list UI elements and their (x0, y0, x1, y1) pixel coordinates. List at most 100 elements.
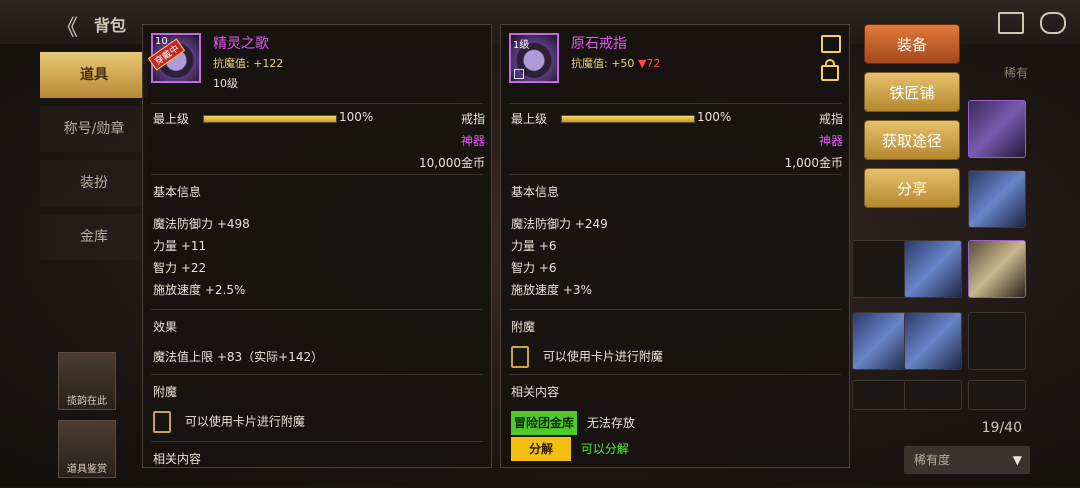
section-related-title: 相关内容 (511, 385, 560, 399)
equip-button[interactable]: 装备 (864, 24, 960, 64)
ring-icon: 1级 (509, 33, 559, 83)
section-enchant-title: 附魔 (153, 385, 178, 399)
attr-line: 魔法防御力 +498 (153, 217, 250, 231)
nav-item-avatar[interactable]: 装扮 (40, 160, 148, 206)
nav-item-titles[interactable]: 称号/勋章 (40, 106, 148, 152)
inventory-tab[interactable]: 稀有 (1004, 64, 1028, 81)
resist-value: +50 (611, 57, 635, 70)
resist-stat: 抗魔值: +122 (213, 55, 283, 71)
ring-icon: 10 穿戴中 (147, 33, 201, 83)
share-button[interactable]: 分享 (864, 168, 960, 208)
lock-icon[interactable] (821, 59, 839, 81)
section-basic-title: 基本信息 (153, 185, 202, 199)
enchant-text: 可以使用卡片进行附魔 (542, 349, 663, 364)
rarity-dropdown-label: 稀有度 (914, 453, 951, 467)
section-enchant-title: 附魔 (511, 320, 536, 334)
card-slot-icon[interactable] (511, 346, 529, 368)
attr-line: 魔法防御力 +249 (511, 217, 608, 231)
left-nav: 道具 称号/勋章 装扮 金库 (40, 52, 148, 268)
nav-item-vault[interactable]: 金库 (40, 214, 148, 260)
shortcut-label: 揽韵在此 (67, 396, 107, 407)
section-effect-title: 效果 (153, 320, 178, 334)
back-arrow-icon[interactable]: 《 (56, 10, 78, 42)
level-tag: 1级 (513, 40, 530, 51)
related-text: 无法存放 (586, 416, 635, 430)
inventory-slot[interactable] (968, 240, 1026, 298)
card-slot-icon[interactable] (153, 411, 171, 433)
item-type: 戒指 (460, 112, 485, 126)
grade-block: 最上级 100% 戒指 神器 1,000金币 (501, 104, 849, 174)
inventory-count: 19/40 (981, 420, 1022, 436)
chat-icon[interactable] (1040, 12, 1066, 34)
inventory-slot[interactable] (968, 100, 1026, 158)
related-text: 可以分解 (580, 442, 629, 456)
source-button[interactable]: 获取途径 (864, 120, 960, 160)
grade-bar (203, 115, 337, 123)
item-type: 戒指 (818, 112, 843, 126)
smith-button[interactable]: 铁匠铺 (864, 72, 960, 112)
inventory-slot[interactable] (904, 240, 962, 298)
grade-label: 最上级 (153, 112, 190, 126)
related-row: 冒险团金库 无法存放 (501, 411, 849, 435)
resist-value: +122 (253, 57, 284, 70)
item-price: 1,000金币 (784, 156, 843, 170)
lock-icon (514, 69, 524, 79)
inventory-slot[interactable] (852, 240, 910, 298)
inventory-slot[interactable] (852, 312, 910, 370)
attr-line: 施放速度 +2.5% (153, 283, 246, 297)
tooltip-equipped: 10 穿戴中 精灵之歌 抗魔值: +122 10级 最上级 100% 戒指 神器… (142, 24, 492, 468)
item-name: 精灵之歌 (213, 36, 269, 52)
item-rarity: 神器 (818, 134, 843, 148)
tooltip-header: 10 穿戴中 精灵之歌 抗魔值: +122 10级 (143, 25, 491, 103)
item-price: 10,000金币 (419, 156, 485, 170)
left-shortcuts: 揽韵在此 道具鉴赏 (58, 352, 116, 488)
inventory-slot[interactable] (904, 312, 962, 370)
resist-stat: 抗魔值: +50 ▼72 (571, 55, 660, 71)
item-level: 10级 (213, 77, 238, 90)
shortcut-label: 道具鉴赏 (67, 464, 107, 475)
grade-percent: 100% (339, 110, 374, 124)
vault-badge: 冒险团金库 (511, 411, 578, 435)
grade-label: 最上级 (511, 112, 548, 126)
attr-line: 力量 +6 (511, 239, 557, 253)
shortcut-1[interactable]: 揽韵在此 (58, 352, 116, 410)
inventory-slot[interactable] (968, 380, 1026, 410)
chevron-down-icon: ▼ (1012, 453, 1022, 467)
attr-line: 力量 +11 (153, 239, 207, 253)
resist-diff: ▼72 (637, 57, 661, 70)
grade-bar (561, 115, 695, 123)
mail-icon[interactable] (998, 12, 1024, 34)
shortcut-2[interactable]: 道具鉴赏 (58, 420, 116, 478)
top-icons (998, 12, 1066, 34)
effect-line: 魔法值上限 +83（实际+142） (153, 350, 324, 364)
enchant-row: 可以使用卡片进行附魔 (143, 405, 491, 435)
grade-bar-fill (562, 116, 694, 122)
item-rarity: 神器 (460, 134, 485, 148)
tooltip-header: 1级 原石戒指 抗魔值: +50 ▼72 (501, 25, 849, 103)
attr-line: 智力 +6 (511, 261, 557, 275)
inventory-slot[interactable] (968, 170, 1026, 228)
inventory-slot[interactable] (852, 380, 910, 410)
section-related-title: 相关内容 (153, 452, 202, 466)
rarity-dropdown[interactable]: 稀有度 ▼ (904, 446, 1030, 474)
resist-label: 抗魔值: (571, 57, 608, 70)
disassemble-badge: 分解 (511, 437, 571, 461)
share-icon[interactable] (821, 35, 841, 53)
attr-line: 智力 +22 (153, 261, 207, 275)
tooltip-compare: 1级 原石戒指 抗魔值: +50 ▼72 最上级 100% 戒指 神器 1,00… (500, 24, 850, 468)
resist-label: 抗魔值: (213, 57, 250, 70)
grade-bar-fill (204, 116, 336, 122)
grade-percent: 100% (697, 110, 732, 124)
page-title: 背包 (94, 16, 127, 35)
grade-block: 最上级 100% 戒指 神器 10,000金币 (143, 104, 491, 174)
inventory-slot[interactable] (904, 380, 962, 410)
item-name: 原石戒指 (571, 36, 627, 52)
related-row: 分解 可以分解 (501, 437, 849, 461)
section-basic-title: 基本信息 (511, 185, 560, 199)
action-buttons: 装备 铁匠铺 获取途径 分享 (864, 24, 960, 216)
nav-item-items[interactable]: 道具 (40, 52, 148, 98)
enchant-text: 可以使用卡片进行附魔 (184, 414, 305, 429)
attr-line: 施放速度 +3% (511, 283, 592, 297)
enchant-row: 可以使用卡片进行附魔 (501, 340, 849, 370)
inventory-slot[interactable] (968, 312, 1026, 370)
